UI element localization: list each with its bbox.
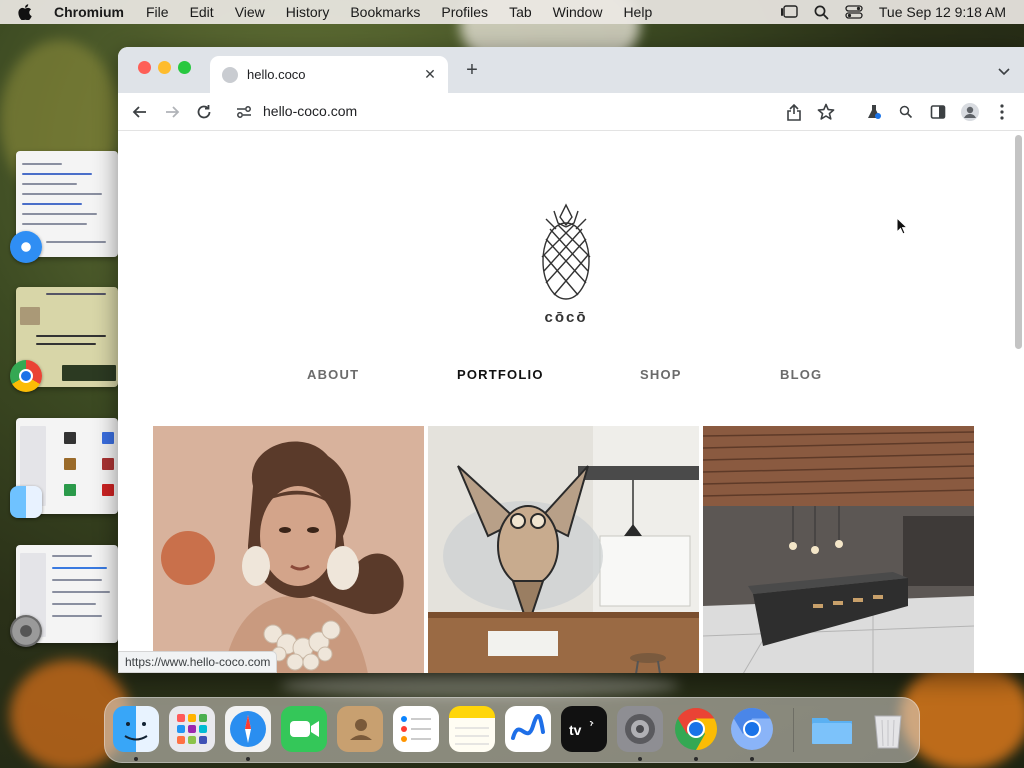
close-window-button[interactable] (138, 61, 151, 74)
web-page: cōcō ABOUT PORTFOLIO SHOP BLOG https://w… (118, 131, 1024, 673)
tab-title: hello.coco (247, 67, 306, 82)
side-panel-icon[interactable] (928, 102, 948, 122)
running-indicator (694, 757, 698, 761)
menu-app-name[interactable]: Chromium (54, 4, 124, 20)
folder-icon[interactable] (809, 706, 855, 752)
tab-active[interactable]: hello.coco ✕ (210, 56, 448, 93)
running-indicator (638, 757, 642, 761)
stage-manager-icon[interactable] (780, 5, 798, 19)
wallpaper-blob (280, 672, 680, 698)
url-text[interactable]: hello-coco.com (263, 103, 357, 119)
new-tab-button[interactable]: + (462, 60, 482, 80)
running-indicator (246, 757, 250, 761)
apple-logo-icon[interactable] (18, 4, 38, 20)
apple-tv-icon[interactable]: tv (561, 706, 607, 752)
menu-bookmarks[interactable]: Bookmarks (350, 4, 420, 20)
nav-about[interactable]: ABOUT (307, 367, 359, 382)
menu-profiles[interactable]: Profiles (441, 4, 488, 20)
system-settings-icon[interactable] (617, 706, 663, 752)
spotlight-search-icon[interactable] (814, 5, 829, 20)
finder-icon[interactable] (113, 706, 159, 752)
notes-icon[interactable] (449, 706, 495, 752)
favicon-icon (222, 66, 238, 83)
launchpad-icon[interactable] (169, 706, 215, 752)
tab-close-icon[interactable]: ✕ (422, 66, 438, 83)
tab-strip: hello.coco ✕ + (118, 47, 1024, 93)
safari-icon[interactable] (225, 706, 271, 752)
menu-clock[interactable]: Tue Sep 12 9:18 AM (879, 4, 1006, 20)
control-center-icon[interactable] (845, 5, 863, 19)
nav-portfolio[interactable]: PORTFOLIO (457, 367, 544, 382)
profile-avatar-icon[interactable] (960, 102, 980, 122)
link-status-bubble: https://www.hello-coco.com (118, 651, 278, 673)
nav-shop[interactable]: SHOP (640, 367, 682, 382)
dock-separator (793, 708, 794, 752)
menu-help[interactable]: Help (623, 4, 652, 20)
contacts-icon[interactable] (337, 706, 383, 752)
zoom-search-icon[interactable] (896, 102, 916, 122)
more-menu-icon[interactable] (992, 102, 1012, 122)
back-button[interactable] (130, 102, 150, 122)
labs-flask-icon[interactable] (864, 102, 884, 122)
dock: tv (104, 697, 920, 763)
portfolio-tile-portrait[interactable] (153, 426, 424, 673)
facetime-icon[interactable] (281, 706, 327, 752)
chrome-icon[interactable] (673, 706, 719, 752)
chromium-icon[interactable] (729, 706, 775, 752)
address-bar[interactable]: hello-coco.com (226, 97, 838, 127)
tab-search-chevron-icon[interactable] (998, 63, 1010, 81)
svg-text:tv: tv (569, 722, 582, 738)
menu-edit[interactable]: Edit (190, 4, 214, 20)
trash-icon[interactable] (865, 706, 911, 752)
bookmark-star-icon[interactable] (816, 102, 836, 122)
mouse-pointer-icon (896, 216, 909, 240)
minimize-window-button[interactable] (158, 61, 171, 74)
portfolio-tile-owl-mural[interactable] (428, 426, 699, 673)
reload-button[interactable] (194, 102, 214, 122)
menu-history[interactable]: History (286, 4, 330, 20)
finder-icon[interactable] (10, 486, 42, 518)
page-scrollbar[interactable] (1015, 135, 1022, 349)
portfolio-tile-restaurant-interior[interactable] (703, 426, 974, 673)
reminders-icon[interactable] (393, 706, 439, 752)
system-settings-icon[interactable] (10, 615, 42, 647)
browser-toolbar: hello-coco.com (118, 93, 1024, 131)
pineapple-logo-icon[interactable] (536, 203, 596, 303)
menu-file[interactable]: File (146, 4, 169, 20)
menu-tab[interactable]: Tab (509, 4, 532, 20)
freeform-icon[interactable] (505, 706, 551, 752)
menu-view[interactable]: View (235, 4, 265, 20)
zoom-window-button[interactable] (178, 61, 191, 74)
menu-window[interactable]: Window (553, 4, 603, 20)
forward-button[interactable] (162, 102, 182, 122)
browser-window: hello.coco ✕ + hello-coco.com cōcō ABOUT… (118, 47, 1024, 673)
nav-blog[interactable]: BLOG (780, 367, 822, 382)
safari-icon[interactable] (10, 231, 42, 263)
brand-wordmark[interactable]: cōcō (516, 309, 616, 326)
share-icon[interactable] (784, 102, 804, 122)
running-indicator (750, 757, 754, 761)
site-info-icon[interactable] (234, 102, 254, 122)
running-indicator (134, 757, 138, 761)
chrome-icon[interactable] (10, 360, 42, 392)
menu-bar: Chromium File Edit View History Bookmark… (0, 0, 1024, 24)
